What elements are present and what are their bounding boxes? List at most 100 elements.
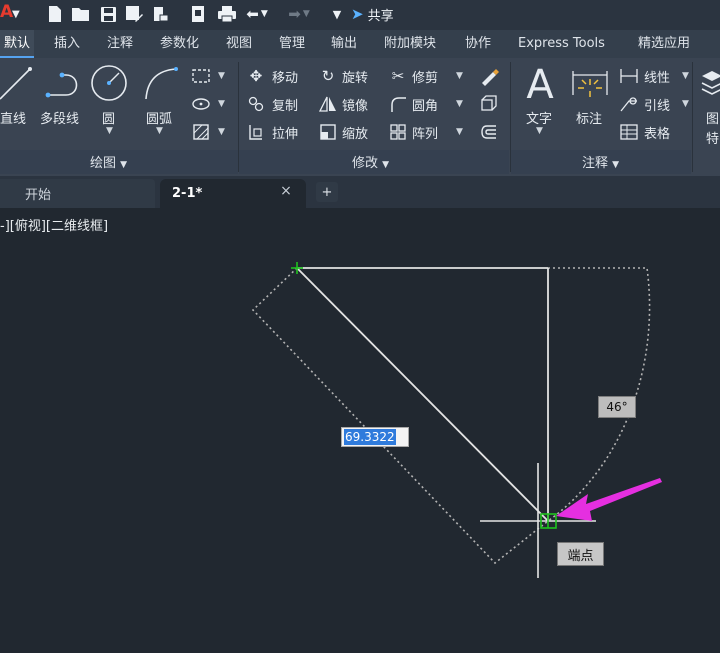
viewport-controls-label[interactable]: -][俯视][二维线框] bbox=[0, 215, 108, 234]
circle-label[interactable]: 圆 bbox=[102, 108, 115, 127]
customize-icon[interactable]: ▼ bbox=[330, 3, 344, 25]
text-icon[interactable]: A bbox=[522, 62, 558, 108]
properties-label-partial[interactable]: 特 bbox=[706, 128, 719, 147]
scale-icon[interactable] bbox=[318, 122, 338, 142]
stretch-icon[interactable] bbox=[246, 122, 266, 142]
angle-tooltip: 46° bbox=[598, 396, 636, 418]
redo-icon[interactable]: ➡ ▼ bbox=[286, 3, 312, 25]
copy-label[interactable]: 复制 bbox=[272, 95, 298, 114]
rectangle-caret-icon[interactable]: ▼ bbox=[218, 71, 225, 81]
ribbon-panel: 直线 多段线 圆 ▼ 圆弧 ▼ ▼ ▼ ▼ 绘图 ▼ ✥ 移动 ↻ 旋转 ✂ 修… bbox=[0, 58, 720, 176]
leader-icon[interactable] bbox=[618, 94, 640, 114]
cloud-icon[interactable] bbox=[150, 3, 170, 25]
scale-label[interactable]: 缩放 bbox=[342, 123, 368, 142]
share-button[interactable]: ➤ 共享 bbox=[351, 2, 394, 26]
new-tab-button[interactable]: + bbox=[316, 182, 338, 202]
dimension-icon[interactable] bbox=[570, 64, 610, 106]
rotate-label[interactable]: 旋转 bbox=[342, 67, 368, 86]
leader-label[interactable]: 引线 bbox=[644, 95, 670, 114]
polyline-icon[interactable] bbox=[44, 66, 84, 104]
polyline-label[interactable]: 多段线 bbox=[40, 108, 79, 127]
quick-access-toolbar: A ▼ ⬅ ▼ ➡ ▼ ▼ ➤ 共享 bbox=[0, 0, 720, 30]
erase-icon[interactable] bbox=[478, 66, 500, 86]
rotation-arc-preview bbox=[547, 267, 651, 522]
tab-addins[interactable]: 附加模块 bbox=[384, 30, 436, 58]
dimension-label[interactable]: 标注 bbox=[576, 108, 602, 127]
tab-insert[interactable]: 插入 bbox=[54, 30, 80, 58]
tab-collaborate[interactable]: 协作 bbox=[465, 30, 491, 58]
save-icon[interactable] bbox=[98, 3, 118, 25]
text-caret-icon[interactable]: ▼ bbox=[536, 126, 543, 136]
linear-dimension-icon[interactable] bbox=[618, 66, 640, 86]
open-icon[interactable] bbox=[70, 3, 92, 25]
move-label[interactable]: 移动 bbox=[272, 67, 298, 86]
hatch-caret-icon[interactable]: ▼ bbox=[218, 127, 225, 137]
app-menu-caret-icon[interactable]: ▼ bbox=[12, 3, 20, 25]
leader-caret-icon[interactable]: ▼ bbox=[682, 99, 689, 109]
trim-label[interactable]: 修剪 bbox=[412, 67, 438, 86]
mirror-label[interactable]: 镜像 bbox=[342, 95, 368, 114]
trim-icon[interactable]: ✂ bbox=[388, 66, 408, 86]
tab-featured-apps[interactable]: 精选应用 bbox=[638, 30, 690, 58]
mirror-icon[interactable] bbox=[318, 94, 338, 114]
ellipse-caret-icon[interactable]: ▼ bbox=[218, 99, 225, 109]
array-icon[interactable] bbox=[388, 122, 408, 142]
print-icon[interactable] bbox=[216, 3, 238, 25]
new-icon[interactable] bbox=[46, 3, 64, 25]
rotate-icon[interactable]: ↻ bbox=[318, 66, 338, 86]
tab-parametric[interactable]: 参数化 bbox=[160, 30, 199, 58]
circle-caret-icon[interactable]: ▼ bbox=[106, 126, 113, 136]
undo-icon[interactable]: ⬅ ▼ bbox=[244, 3, 270, 25]
start-tab-label: 开始 bbox=[25, 188, 52, 203]
gradient-icon[interactable] bbox=[190, 122, 212, 142]
linear-caret-icon[interactable]: ▼ bbox=[682, 71, 689, 81]
annotation-panel-title[interactable]: 注释 ▼ bbox=[582, 152, 619, 172]
table-icon[interactable] bbox=[618, 122, 640, 142]
table-label[interactable]: 表格 bbox=[644, 123, 670, 142]
tab-output[interactable]: 输出 bbox=[331, 30, 357, 58]
linear-label[interactable]: 线性 bbox=[644, 67, 670, 86]
rectangle-icon[interactable] bbox=[190, 66, 212, 86]
layer-properties-icon[interactable] bbox=[700, 64, 720, 104]
snap-tooltip: 端点 bbox=[557, 542, 604, 566]
array-caret-icon[interactable]: ▼ bbox=[456, 127, 463, 137]
rotated-rectangle-preview bbox=[251, 267, 549, 565]
dimension-input-field[interactable]: 69.3322 bbox=[341, 427, 409, 447]
explode-icon[interactable] bbox=[478, 94, 500, 114]
circle-icon[interactable] bbox=[88, 62, 130, 104]
drawing-tab-label: 2-1* bbox=[172, 186, 203, 201]
stretch-label[interactable]: 拉伸 bbox=[272, 123, 298, 142]
fillet-label[interactable]: 圆角 bbox=[412, 95, 438, 114]
share-label: 共享 bbox=[367, 8, 394, 24]
arc-label[interactable]: 圆弧 bbox=[146, 108, 172, 127]
diagonal-line bbox=[296, 267, 549, 522]
text-label[interactable]: 文字 bbox=[526, 108, 552, 127]
layer-label-partial[interactable]: 图 bbox=[706, 108, 719, 127]
sheet-icon[interactable] bbox=[188, 3, 208, 25]
tab-express-tools[interactable]: Express Tools bbox=[518, 30, 605, 58]
hatch-icon[interactable] bbox=[190, 94, 212, 114]
trim-caret-icon[interactable]: ▼ bbox=[456, 71, 463, 81]
line-label[interactable]: 直线 bbox=[0, 108, 26, 127]
fillet-caret-icon[interactable]: ▼ bbox=[456, 99, 463, 109]
document-tab-bar: 开始 2-1* bbox=[0, 176, 720, 208]
start-tab[interactable]: 开始 bbox=[0, 179, 155, 208]
modify-panel-title[interactable]: 修改 ▼ bbox=[352, 152, 389, 172]
arc-icon[interactable] bbox=[140, 62, 180, 104]
dimension-input-value: 69.3322 bbox=[344, 429, 396, 445]
tab-default[interactable]: 默认 bbox=[0, 30, 34, 58]
tab-view[interactable]: 视图 bbox=[226, 30, 252, 58]
save-as-icon[interactable] bbox=[124, 3, 144, 25]
panel-divider bbox=[692, 62, 693, 172]
tab-annotate[interactable]: 注释 bbox=[107, 30, 133, 58]
arc-caret-icon[interactable]: ▼ bbox=[156, 126, 163, 136]
draw-panel-title[interactable]: 绘图 ▼ bbox=[90, 152, 127, 172]
offset-icon[interactable] bbox=[478, 122, 500, 142]
move-icon[interactable]: ✥ bbox=[246, 66, 266, 86]
copy-icon[interactable] bbox=[246, 94, 266, 114]
line-icon[interactable] bbox=[0, 62, 34, 104]
array-label[interactable]: 阵列 bbox=[412, 123, 438, 142]
tab-manage[interactable]: 管理 bbox=[279, 30, 305, 58]
fillet-icon[interactable] bbox=[388, 94, 408, 114]
close-tab-icon[interactable]: × bbox=[278, 180, 294, 202]
